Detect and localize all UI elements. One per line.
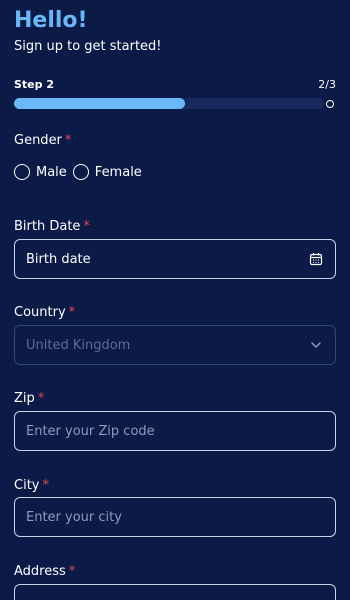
required-mark: * bbox=[83, 219, 90, 234]
gender-option-female[interactable]: Female bbox=[72, 164, 142, 180]
progress-fill bbox=[14, 98, 185, 109]
zip-placeholder: Enter your Zip code bbox=[26, 423, 155, 439]
signup-page: Hello! Sign up to get started! Step 2 2/… bbox=[0, 0, 350, 600]
gender-option-male[interactable]: Male bbox=[14, 164, 67, 180]
city-label-text: City bbox=[14, 478, 40, 493]
birth-date-label-text: Birth Date bbox=[14, 219, 81, 234]
page-subtitle: Sign up to get started! bbox=[14, 39, 162, 54]
birth-date-field[interactable]: Birth date bbox=[14, 239, 336, 279]
gender-label-text: Gender bbox=[14, 133, 62, 148]
required-mark: * bbox=[42, 478, 49, 493]
zip-label: Zip * bbox=[14, 391, 44, 406]
city-label: City * bbox=[14, 478, 49, 493]
calendar-icon[interactable] bbox=[309, 252, 323, 266]
gender-option-label: Female bbox=[94, 164, 142, 180]
step-count: 2/3 bbox=[318, 78, 336, 91]
gender-option-label: Male bbox=[36, 164, 67, 180]
birth-date-label: Birth Date * bbox=[14, 219, 90, 234]
progress-bar bbox=[14, 98, 324, 109]
address-label-text: Address bbox=[14, 564, 66, 579]
radio-circle-icon[interactable] bbox=[14, 164, 30, 180]
step-indicator: Step 2 2/3 bbox=[14, 78, 336, 91]
country-value: United Kingdom bbox=[26, 337, 131, 353]
country-label-text: Country bbox=[14, 305, 66, 320]
step-label: Step 2 bbox=[14, 78, 54, 91]
birth-date-value: Birth date bbox=[26, 251, 91, 267]
radio-circle-icon[interactable] bbox=[72, 164, 89, 180]
address-input[interactable] bbox=[14, 584, 336, 600]
zip-label-text: Zip bbox=[14, 391, 35, 406]
zip-input[interactable]: Enter your Zip code bbox=[14, 411, 336, 451]
required-mark: * bbox=[68, 564, 76, 579]
city-placeholder: Enter your city bbox=[26, 509, 122, 525]
city-input[interactable]: Enter your city bbox=[14, 497, 336, 537]
required-mark: * bbox=[37, 391, 45, 406]
chevron-down-icon[interactable] bbox=[309, 338, 323, 352]
gender-radio-group: Male Female bbox=[14, 164, 148, 180]
required-mark: * bbox=[68, 305, 76, 320]
page-title: Hello! bbox=[14, 8, 88, 33]
required-mark: * bbox=[64, 133, 72, 148]
progress-end-circle-icon bbox=[326, 100, 334, 108]
country-label: Country * bbox=[14, 305, 75, 320]
gender-label: Gender * bbox=[14, 133, 71, 148]
country-select[interactable]: United Kingdom bbox=[14, 325, 336, 365]
address-label: Address * bbox=[14, 564, 75, 579]
